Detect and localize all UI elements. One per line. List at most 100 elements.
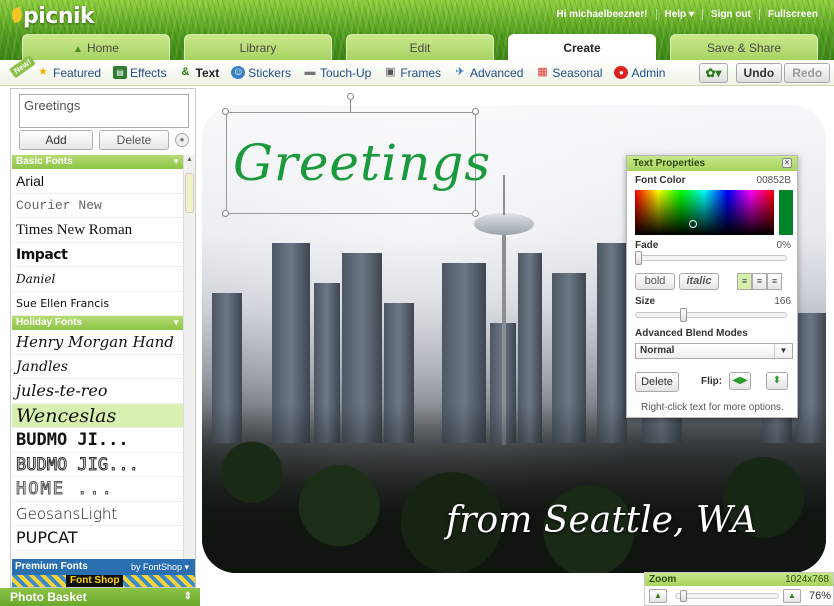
- align-center-icon[interactable]: ≡: [752, 273, 767, 290]
- delete-text-button[interactable]: Delete: [635, 372, 679, 392]
- font-item[interactable]: Daniel: [12, 267, 184, 292]
- italic-button[interactable]: italic: [679, 273, 719, 290]
- tool-stickers[interactable]: ☺ Stickers: [225, 60, 297, 86]
- font-color-label: Font Color: [635, 175, 686, 186]
- hint-text: Right-click text for more options.: [641, 402, 784, 413]
- color-picker[interactable]: [635, 190, 774, 235]
- font-list-scrollbar[interactable]: ▲ ▼: [183, 155, 195, 587]
- home-icon: ▲: [73, 44, 83, 55]
- tool-advanced[interactable]: ✈ Advanced: [447, 60, 529, 86]
- zoom-panel: Zoom 1024x768 ▲ ▲ 76%: [644, 572, 834, 606]
- align-buttons: ≡ ≡ ≡: [737, 273, 782, 290]
- font-item[interactable]: PUPCAT: [12, 526, 184, 551]
- star-icon: ★: [38, 66, 48, 78]
- text-properties-title[interactable]: Text Properties ×: [627, 156, 797, 171]
- tab-library[interactable]: Library: [184, 34, 332, 60]
- align-right-icon[interactable]: ≡: [767, 273, 782, 290]
- font-item[interactable]: Henry Morgan Hand: [12, 330, 184, 355]
- undo-button[interactable]: Undo: [735, 62, 783, 83]
- font-item[interactable]: Arial: [12, 169, 184, 194]
- zoom-in-icon[interactable]: ▲: [783, 589, 801, 603]
- caption-text-object[interactable]: from Seattle, WA: [446, 500, 757, 541]
- resize-handle[interactable]: [222, 108, 229, 115]
- section-premium-fonts[interactable]: Premium Fonts by FontShop ▾: [12, 559, 195, 575]
- frames-icon: ▣: [385, 66, 396, 78]
- help-link[interactable]: Help ▾: [655, 9, 702, 20]
- redo-button[interactable]: Redo: [784, 62, 831, 83]
- size-slider-knob[interactable]: [680, 308, 687, 322]
- gear-icon: ✿▾: [705, 65, 722, 80]
- flip-vertical-icon[interactable]: ⬍: [766, 372, 788, 390]
- chevron-down-icon: ▼: [774, 344, 792, 358]
- fade-slider-knob[interactable]: [635, 251, 642, 265]
- font-item-selected[interactable]: Wenceslas: [12, 403, 184, 428]
- font-item[interactable]: Impact: [12, 243, 184, 267]
- rotate-handle[interactable]: [347, 93, 354, 100]
- fontshop-banner[interactable]: Font Shop: [12, 575, 195, 587]
- font-item[interactable]: GeosansLight: [12, 502, 184, 526]
- header: picnik Hi michaelbeezner! Help ▾ Sign ou…: [0, 0, 834, 60]
- tool-effects[interactable]: ▤ Effects: [107, 60, 172, 86]
- tab-edit[interactable]: Edit: [346, 34, 494, 60]
- tool-seasonal[interactable]: ▦ Seasonal: [529, 60, 608, 86]
- tool-touchup[interactable]: ▬ Touch-Up: [297, 60, 377, 86]
- color-swatch[interactable]: [779, 190, 793, 235]
- fade-slider[interactable]: [635, 251, 787, 265]
- font-item[interactable]: Times New Roman: [12, 218, 184, 243]
- tool-featured[interactable]: ★ Featured: [30, 60, 107, 86]
- size-slider[interactable]: [635, 308, 787, 322]
- resize-handle[interactable]: [472, 210, 479, 217]
- font-list: Basic Fonts ▼ Arial Courier New Times New…: [12, 155, 184, 587]
- main-tabs: ▲ Home Library Edit Create Save & Share: [22, 34, 818, 60]
- delete-button[interactable]: Delete: [99, 130, 169, 150]
- resize-handle[interactable]: [222, 210, 229, 217]
- section-basic-fonts[interactable]: Basic Fonts ▼: [12, 155, 184, 169]
- blend-label: Advanced Blend Modes: [635, 328, 748, 339]
- zoom-out-icon[interactable]: ▲: [649, 589, 667, 603]
- size-label: Size: [635, 296, 656, 307]
- font-item[interactable]: Sue Ellen Francis: [12, 292, 184, 316]
- flip-horizontal-icon[interactable]: ◀▶: [729, 372, 751, 390]
- tab-home[interactable]: ▲ Home: [22, 34, 170, 60]
- color-picker-cursor[interactable]: [689, 220, 697, 228]
- bold-button[interactable]: bold: [635, 273, 675, 290]
- touchup-icon: ▬: [304, 66, 316, 78]
- scroll-up-icon[interactable]: ▲: [185, 155, 194, 165]
- font-item[interactable]: BUDMO JI...: [12, 428, 184, 453]
- tool-admin[interactable]: ● Admin: [608, 60, 671, 86]
- add-button[interactable]: Add: [19, 130, 93, 150]
- align-left-icon[interactable]: ≡: [737, 273, 752, 290]
- space-needle-top: [474, 213, 534, 235]
- tab-save-share[interactable]: Save & Share: [670, 34, 818, 60]
- tool-frames[interactable]: ▣ Frames: [377, 60, 447, 86]
- info-icon[interactable]: ●: [175, 133, 189, 147]
- text-input[interactable]: Greetings: [19, 94, 189, 128]
- image-resolution: 1024x768: [785, 574, 829, 585]
- greeting-text-object[interactable]: Greetings: [226, 112, 490, 214]
- scroll-thumb[interactable]: [185, 173, 194, 213]
- blend-mode-select[interactable]: Normal ▼: [635, 343, 793, 359]
- zoom-title[interactable]: Zoom 1024x768: [645, 573, 833, 586]
- resize-handle[interactable]: [472, 108, 479, 115]
- font-item[interactable]: Courier New: [12, 194, 184, 218]
- create-toolbar: ★ Featured ▤ Effects & Text ☺ Stickers ▬ Touc…: [0, 60, 834, 86]
- font-item[interactable]: jules-te-reo: [12, 379, 184, 404]
- signout-link[interactable]: Sign out: [701, 9, 759, 20]
- close-icon[interactable]: ×: [782, 158, 792, 168]
- fullscreen-link[interactable]: Fullscreen: [758, 9, 826, 20]
- font-item[interactable]: HOME ...: [12, 477, 184, 502]
- tool-text[interactable]: & Text: [173, 60, 226, 86]
- settings-dropdown[interactable]: ✿▾: [699, 62, 728, 83]
- size-value: 166: [774, 296, 791, 307]
- font-item[interactable]: BUDMO JIG...: [12, 453, 184, 477]
- collapse-icon: ▼: [172, 157, 180, 166]
- zoom-slider[interactable]: [675, 590, 779, 602]
- tab-create[interactable]: Create: [508, 34, 656, 60]
- font-item[interactable]: Jandles: [12, 355, 184, 379]
- photo-basket-bar[interactable]: Photo Basket ⇕: [0, 588, 200, 606]
- zoom-slider-knob[interactable]: [680, 590, 687, 602]
- picnik-logo[interactable]: picnik: [9, 4, 95, 29]
- calendar-icon: ▦: [537, 66, 548, 78]
- section-holiday-fonts[interactable]: Holiday Fonts ▼: [12, 316, 184, 330]
- fade-value: 0%: [776, 240, 791, 251]
